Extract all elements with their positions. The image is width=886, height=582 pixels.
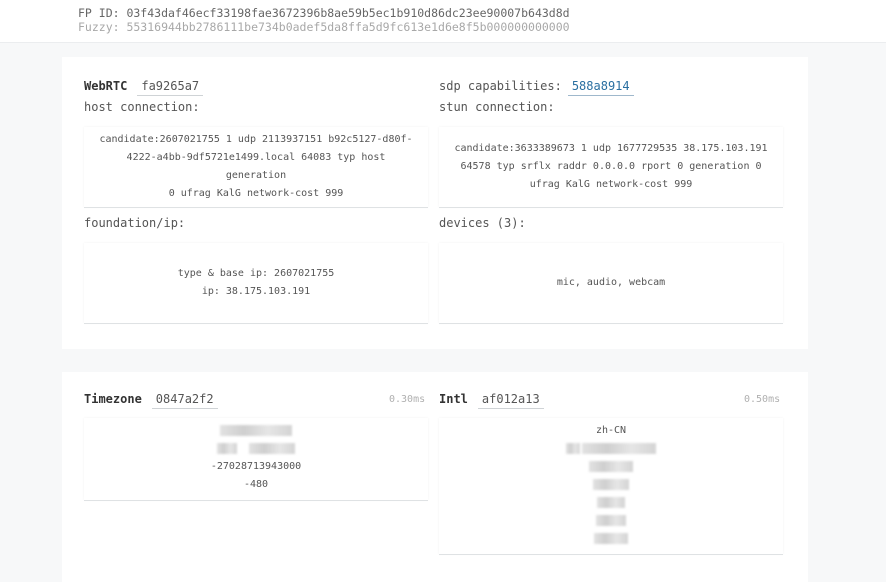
- stun-line: ufrag KalG network-cost 999: [529, 179, 693, 190]
- foundation-line: type & base ip: 2607021755: [177, 268, 335, 279]
- stun-connection-box: candidate:3633389673 1 udp 1677729535 38…: [439, 127, 783, 207]
- host-line: 4222-a4bb-9df5721e1499.local 64083 typ h…: [126, 152, 386, 181]
- fuzzy-hash-text: Fuzzy: 55316944bb2786111be734b0adef5da8f…: [78, 20, 570, 34]
- foundation-ip-label: foundation/ip:: [84, 216, 186, 230]
- webrtc-heading: WebRTC fa9265a7: [84, 79, 204, 96]
- timezone-timing: 0.30ms: [389, 394, 426, 405]
- host-connection-label: host connection:: [84, 100, 200, 114]
- host-line: candidate:2607021755 1 udp 2113937151 b9…: [99, 134, 413, 145]
- intl-heading: Intl af012a13: [439, 392, 544, 409]
- stun-connection-label: stun connection:: [439, 100, 555, 114]
- devices-label: devices (3):: [439, 216, 526, 230]
- timezone-heading: Timezone 0847a2f2: [84, 392, 218, 409]
- redacted-value: [565, 440, 657, 458]
- devices-box: mic, audio, webcam: [439, 243, 783, 323]
- timezone-title: Timezone: [84, 392, 142, 406]
- timezone-value: -27028713943000: [210, 461, 302, 472]
- stun-line: candidate:3633389673 1 udp 1677729535 38…: [454, 143, 768, 154]
- redacted-value: [595, 512, 627, 530]
- intl-title: Intl: [439, 392, 468, 406]
- intl-box: zh-CN: [439, 418, 783, 554]
- host-connection-box: candidate:2607021755 1 udp 2113937151 b9…: [84, 127, 428, 207]
- timezone-intl-card: Timezone 0847a2f2 0.30ms Intl af012a13 0.5…: [62, 372, 808, 582]
- host-line: 0 ufrag KalG network-cost 999: [168, 188, 344, 199]
- webrtc-card: WebRTC fa9265a7 sdp capabilities: 588a8914…: [62, 57, 808, 349]
- redacted-value: [219, 422, 293, 440]
- redacted-value: [216, 440, 296, 458]
- sdp-hash-link[interactable]: 588a8914: [567, 79, 634, 96]
- fingerprint-header: FP ID: 03f43daf46ecf33198fae3672396b8ae5…: [0, 0, 886, 43]
- stun-line: 64578 typ srflx raddr 0.0.0.0 rport 0 ge…: [460, 161, 762, 172]
- sdp-label: sdp capabilities:: [439, 79, 562, 93]
- webrtc-title: WebRTC: [84, 79, 128, 93]
- intl-timing: 0.50ms: [744, 394, 781, 405]
- intl-hash: af012a13: [477, 392, 544, 409]
- redacted-value: [596, 494, 626, 512]
- sdp-capabilities: sdp capabilities: 588a8914: [439, 79, 634, 96]
- fp-id-text: FP ID: 03f43daf46ecf33198fae3672396b8ae5…: [78, 6, 570, 20]
- foundation-line: ip: 38.175.103.191: [201, 286, 311, 297]
- timezone-hash: 0847a2f2: [151, 392, 218, 409]
- foundation-ip-box: type & base ip: 2607021755 ip: 38.175.10…: [84, 243, 428, 323]
- redacted-value: [588, 458, 634, 476]
- timezone-box: -27028713943000 -480: [84, 418, 428, 500]
- webrtc-hash: fa9265a7: [137, 79, 204, 96]
- intl-locale: zh-CN: [595, 425, 627, 436]
- devices-text: mic, audio, webcam: [556, 277, 666, 288]
- redacted-value: [592, 476, 630, 494]
- redacted-value: [593, 530, 629, 548]
- timezone-offset: -480: [243, 479, 269, 490]
